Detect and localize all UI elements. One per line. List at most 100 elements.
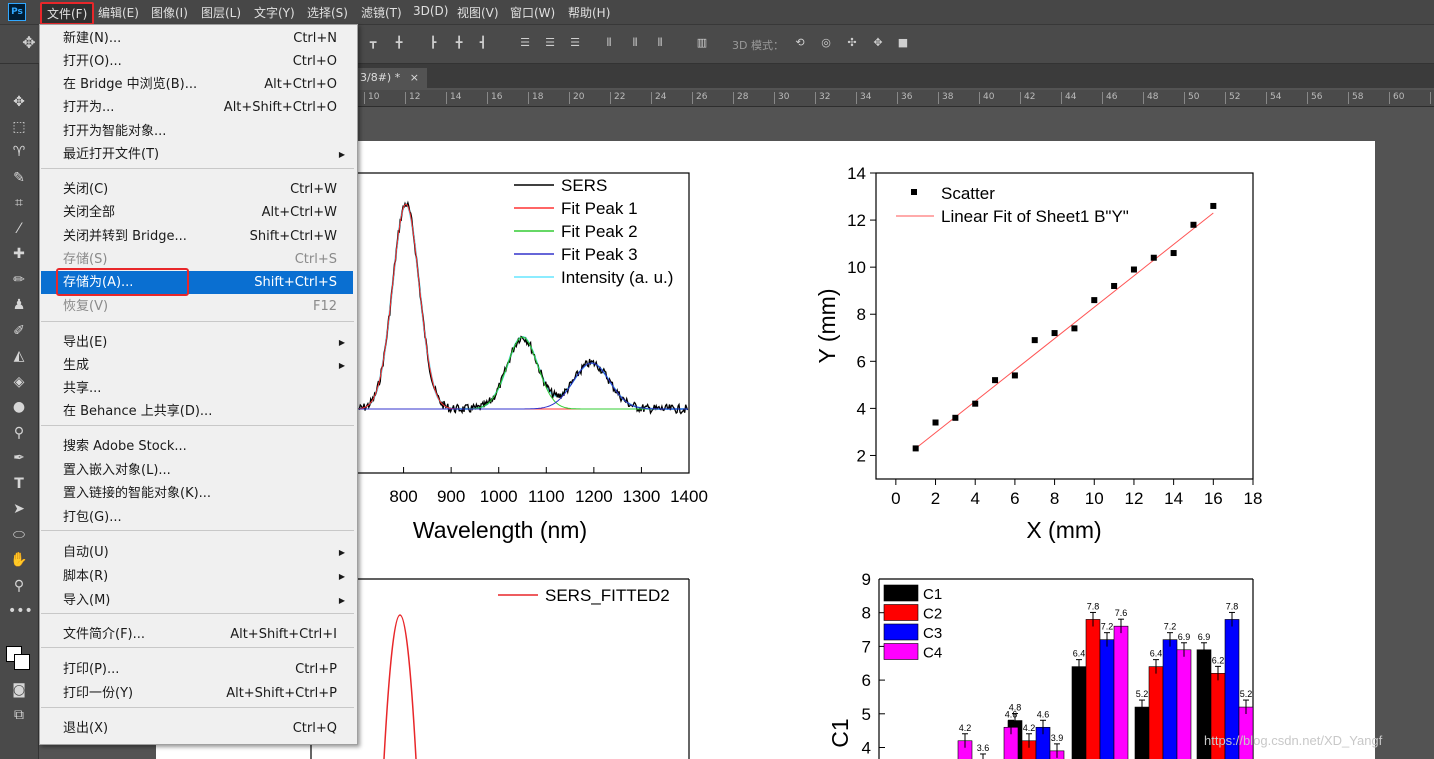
menu-item-browse-in-bridge[interactable]: 在 Bridge 中浏览(B)... Alt+Ctrl+O [41,73,353,96]
distribute-bottom-icon[interactable]: ☰ [568,36,582,50]
type-tool-icon[interactable]: T [8,474,30,494]
chart1-x-tick-label: 1400 [670,487,708,506]
more-tools-icon[interactable]: ••• [8,601,33,621]
zoom-tool-icon[interactable]: ⚲ [8,576,30,596]
auto-align-icon[interactable]: ▥ [695,36,709,50]
pen-tool-icon[interactable]: ✒ [8,448,30,468]
submenu-arrow-icon: ▶ [338,338,345,347]
close-tab-icon[interactable]: × [410,71,419,84]
crop-tool-icon[interactable]: ⌗ [8,193,30,213]
menu-item-share-on-behance[interactable]: 在 Behance 上共享(D)... [41,400,353,423]
menu-item-generate[interactable]: 生成 ▶ [41,354,353,377]
menu-file[interactable]: 文件(F) [40,2,95,25]
menu-item-open-recent[interactable]: 最近打开文件(T) ▶ [41,143,353,166]
move-tool-icon[interactable]: ✥ [8,92,30,112]
distribute-hcenter-icon[interactable]: ⫴ [628,36,642,50]
brush-tool-icon[interactable]: ✏ [8,270,30,290]
menu-item-package[interactable]: 打包(G)... [41,506,353,529]
menu-item-print[interactable]: 打印(P)... Ctrl+P [41,658,353,681]
menu-item-file-info[interactable]: 文件简介(F)... Alt+Shift+Ctrl+I [41,623,353,646]
menu-select[interactable]: 选择(S) [307,4,348,21]
eyedropper-tool-icon[interactable]: ⁄ [8,219,30,239]
3d-orbit-icon[interactable]: ⟲ [793,36,807,50]
quick-mask-icon[interactable]: ◙ [8,680,30,700]
menu-bar: Ps 文件(F) 编辑(E) 图像(I) 图层(L) 文字(Y) 选择(S) 滤… [0,0,1434,25]
hand-tool-icon[interactable]: ✋ [8,550,30,570]
screen-mode-icon[interactable]: ⧉ [8,705,30,725]
chart2-scatter-point [1170,250,1177,257]
3d-drag-icon[interactable]: ✣ [845,36,859,50]
menu-item-import[interactable]: 导入(M) ▶ [41,589,353,612]
distribute-vcenter-icon[interactable]: ☰ [543,36,557,50]
chart4-data-label: 6.9 [1198,632,1211,642]
menu-view[interactable]: 视图(V) [457,4,499,21]
watermark-text: https://blog.csdn.net/XD_Yangf [1204,733,1383,748]
chart4-legend-swatch [883,643,919,660]
menu-layer[interactable]: 图层(L) [201,4,241,21]
chart4-bar [1071,666,1087,759]
menu-edit[interactable]: 编辑(E) [98,4,139,21]
blur-tool-icon[interactable]: ● [8,397,30,417]
marquee-tool-icon[interactable]: ⬚ [8,117,30,137]
ruler-tick-label: 36 [897,92,912,104]
align-right-icon[interactable]: ┫ [476,36,490,50]
move-tool-icon[interactable]: ✥ [22,35,36,51]
align-hcenter-icon[interactable]: ╋ [452,36,466,50]
document-tab[interactable]: 3/8#) * × [352,68,427,88]
chart2-y-tick-label: 14 [847,164,866,183]
save-as-highlight-box [56,268,189,296]
menu-item-shortcut: Ctrl+P [295,662,337,677]
chart1-legend-label: Fit Peak 1 [561,199,638,218]
distribute-left-icon[interactable]: ⫴ [602,36,616,50]
menu-item-share[interactable]: 共享... [41,377,353,400]
eraser-tool-icon[interactable]: ◭ [8,346,30,366]
align-top-icon[interactable]: ┳ [366,36,380,50]
background-color-swatch[interactable] [14,654,30,670]
menu-item-place-embedded[interactable]: 置入嵌入对象(L)... [41,459,353,482]
chart2-y-tick-label: 6 [857,352,866,371]
menu-item-export[interactable]: 导出(E) ▶ [41,331,353,354]
3d-roll-icon[interactable]: ◎ [819,36,833,50]
menu-item-close-all[interactable]: 关闭全部 Alt+Ctrl+W [41,201,353,224]
menu-item-search-adobe-stock[interactable]: 搜索 Adobe Stock... [41,435,353,458]
menu-item-exit[interactable]: 退出(X) Ctrl+Q [41,717,353,740]
path-select-tool-icon[interactable]: ➤ [8,499,30,519]
menu-item-scripts[interactable]: 脚本(R) ▶ [41,565,353,588]
menu-item-label: 恢复(V) [63,299,109,314]
menu-image[interactable]: 图像(I) [151,4,188,21]
menu-item-open-as-smart-object[interactable]: 打开为智能对象... [41,120,353,143]
menu-item-place-linked[interactable]: 置入链接的智能对象(K)... [41,482,353,505]
distribute-right-icon[interactable]: ⫴ [653,36,667,50]
menu-help[interactable]: 帮助(H) [568,4,610,21]
ruler-tick-label: 28 [733,92,748,104]
menu-item-open-as[interactable]: 打开为... Alt+Shift+Ctrl+O [41,96,353,119]
menu-item-close[interactable]: 关闭(C) Ctrl+W [41,178,353,201]
history-brush-tool-icon[interactable]: ✐ [8,321,30,341]
distribute-top-icon[interactable]: ☰ [518,36,532,50]
3d-camera-icon[interactable]: ■ [896,36,910,50]
menu-3d[interactable]: 3D(D) [413,4,448,18]
menu-type[interactable]: 文字(Y) [254,4,295,21]
ruler-tick-label: 48 [1143,92,1158,104]
stamp-tool-icon[interactable]: ♟ [8,295,30,315]
ruler-tick-label: 46 [1102,92,1117,104]
menu-item-print-one-copy[interactable]: 打印一份(Y) Alt+Shift+Ctrl+P [41,682,353,705]
healing-brush-tool-icon[interactable]: ✚ [8,244,30,264]
chart2-scatter-point [912,445,919,452]
menu-window[interactable]: 窗口(W) [510,4,555,21]
menu-filter[interactable]: 滤镜(T) [361,4,402,21]
dodge-tool-icon[interactable]: ⚲ [8,423,30,443]
menu-item-open[interactable]: 打开(O)... Ctrl+O [41,50,353,73]
chart4-y-axis-label: C1 [827,718,853,747]
lasso-tool-icon[interactable]: ♈ [8,142,30,162]
menu-item-automate[interactable]: 自动(U) ▶ [41,541,353,564]
paint-bucket-tool-icon[interactable]: ◈ [8,372,30,392]
menu-item-close-and-go-to-bridge[interactable]: 关闭并转到 Bridge... Shift+Ctrl+W [41,225,353,248]
align-vcenter-icon[interactable]: ╋ [392,36,406,50]
shape-tool-icon[interactable]: ⬭ [8,525,30,545]
menu-item-new[interactable]: 新建(N)... Ctrl+N [41,27,353,50]
align-left-icon[interactable]: ┣ [426,36,440,50]
submenu-arrow-icon: ▶ [338,361,345,370]
3d-slide-icon[interactable]: ✥ [871,36,885,50]
quick-select-tool-icon[interactable]: ✎ [8,168,30,188]
